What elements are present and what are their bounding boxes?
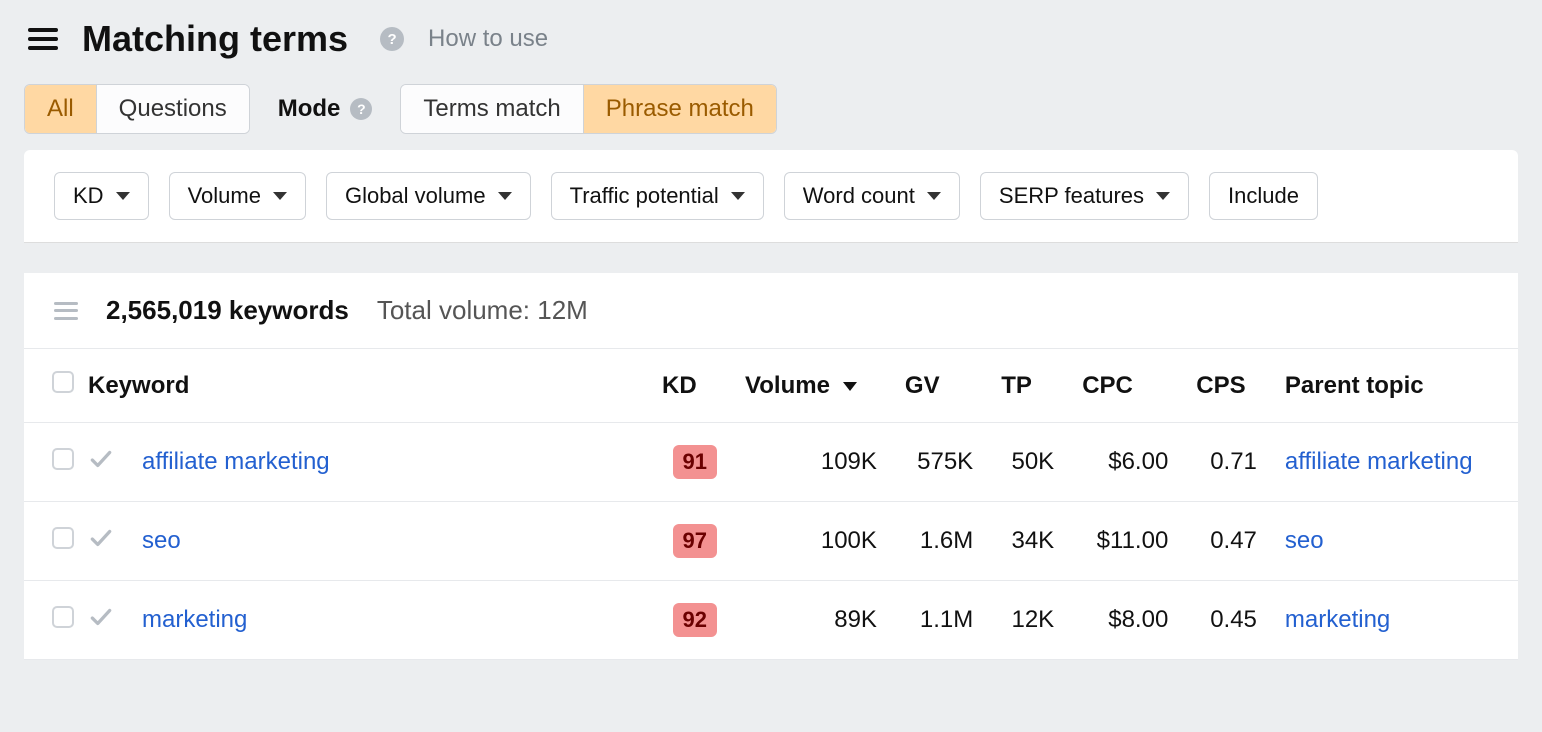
chevron-down-icon <box>731 192 745 200</box>
kd-badge: 91 <box>673 445 717 479</box>
select-all-checkbox[interactable] <box>52 371 74 393</box>
filter-word-count-label: Word count <box>803 183 915 209</box>
mode-segmented: Terms match Phrase match <box>400 84 776 134</box>
cell-cpc: $11.00 <box>1068 502 1182 581</box>
filter-volume[interactable]: Volume <box>169 172 306 220</box>
keyword-count: 2,565,019 keywords <box>106 295 349 326</box>
filter-include-label: Include <box>1228 183 1299 209</box>
how-to-use-link[interactable]: How to use <box>428 25 548 53</box>
mode-help-icon[interactable]: ? <box>350 98 372 120</box>
col-parent-topic[interactable]: Parent topic <box>1271 349 1518 423</box>
keyword-link[interactable]: seo <box>142 527 181 554</box>
checkmark-icon <box>74 423 128 502</box>
table-row: affiliate marketing 91 109K575K50K$6.000.7… <box>24 423 1518 502</box>
cell-tp: 50K <box>987 423 1068 502</box>
cell-cps: 0.45 <box>1182 581 1271 660</box>
cell-volume: 109K <box>731 423 891 502</box>
filter-traffic-potential-label: Traffic potential <box>570 183 719 209</box>
col-cpc[interactable]: CPC <box>1068 349 1182 423</box>
tab-all[interactable]: All <box>25 85 96 133</box>
mode-label-text: Mode <box>278 95 341 123</box>
col-tp[interactable]: TP <box>987 349 1068 423</box>
col-keyword[interactable]: Keyword <box>74 349 648 423</box>
col-volume[interactable]: Volume <box>731 349 891 423</box>
cell-volume: 100K <box>731 502 891 581</box>
table-row: marketing 92 89K1.1M12K$8.000.45 marketing <box>24 581 1518 660</box>
cell-cps: 0.47 <box>1182 502 1271 581</box>
col-kd[interactable]: KD <box>648 349 731 423</box>
col-cps[interactable]: CPS <box>1182 349 1271 423</box>
filter-volume-label: Volume <box>188 183 261 209</box>
keywords-table: Keyword KD Volume GV TP CPC CPS Parent t… <box>24 349 1518 660</box>
filter-serp-features[interactable]: SERP features <box>980 172 1189 220</box>
filter-bar: KD Volume Global volume Traffic potentia… <box>24 150 1518 243</box>
mode-phrase-match[interactable]: Phrase match <box>583 85 776 133</box>
checkmark-icon <box>74 502 128 581</box>
parent-topic-link[interactable]: marketing <box>1285 606 1390 633</box>
row-checkbox[interactable] <box>52 606 74 628</box>
kd-badge: 97 <box>673 524 717 558</box>
cell-tp: 12K <box>987 581 1068 660</box>
type-segmented: All Questions <box>24 84 250 134</box>
keyword-link[interactable]: affiliate marketing <box>142 448 330 475</box>
sort-desc-icon <box>843 382 857 391</box>
chevron-down-icon <box>1156 192 1170 200</box>
total-volume: Total volume: 12M <box>377 295 588 326</box>
mode-label: Mode ? <box>278 95 373 123</box>
table-row: seo 97 100K1.6M34K$11.000.47 seo <box>24 502 1518 581</box>
cell-cpc: $6.00 <box>1068 423 1182 502</box>
cell-gv: 575K <box>891 423 987 502</box>
col-volume-label: Volume <box>745 372 830 399</box>
chevron-down-icon <box>273 192 287 200</box>
mode-terms-match[interactable]: Terms match <box>401 85 582 133</box>
cell-cps: 0.71 <box>1182 423 1271 502</box>
page-title: Matching terms <box>82 18 348 60</box>
filter-serp-features-label: SERP features <box>999 183 1144 209</box>
chevron-down-icon <box>116 192 130 200</box>
filter-kd-label: KD <box>73 183 104 209</box>
filter-kd[interactable]: KD <box>54 172 149 220</box>
checkmark-icon <box>74 581 128 660</box>
chevron-down-icon <box>927 192 941 200</box>
cell-gv: 1.6M <box>891 502 987 581</box>
col-gv[interactable]: GV <box>891 349 987 423</box>
cell-gv: 1.1M <box>891 581 987 660</box>
cell-cpc: $8.00 <box>1068 581 1182 660</box>
keyword-link[interactable]: marketing <box>142 606 247 633</box>
filter-include[interactable]: Include <box>1209 172 1318 220</box>
filter-word-count[interactable]: Word count <box>784 172 960 220</box>
filter-traffic-potential[interactable]: Traffic potential <box>551 172 764 220</box>
row-checkbox[interactable] <box>52 527 74 549</box>
chevron-down-icon <box>498 192 512 200</box>
help-icon[interactable]: ? <box>380 27 404 51</box>
list-density-icon[interactable] <box>54 302 78 320</box>
hamburger-menu-icon[interactable] <box>28 28 58 50</box>
row-checkbox[interactable] <box>52 448 74 470</box>
tab-questions[interactable]: Questions <box>96 85 249 133</box>
kd-badge: 92 <box>673 603 717 637</box>
parent-topic-link[interactable]: affiliate marketing <box>1285 448 1473 475</box>
filter-global-volume-label: Global volume <box>345 183 486 209</box>
cell-volume: 89K <box>731 581 891 660</box>
filter-global-volume[interactable]: Global volume <box>326 172 531 220</box>
cell-tp: 34K <box>987 502 1068 581</box>
parent-topic-link[interactable]: seo <box>1285 527 1324 554</box>
